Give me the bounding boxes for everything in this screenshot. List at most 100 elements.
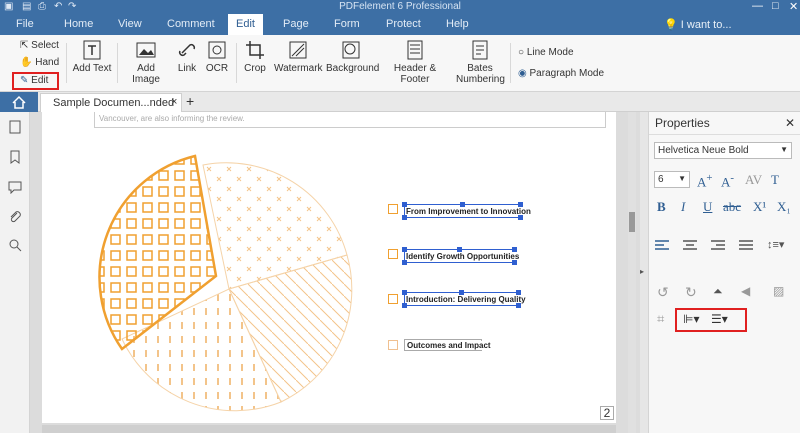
- resize-handle[interactable]: [457, 247, 462, 252]
- resize-handle[interactable]: [460, 202, 465, 207]
- resize-handle[interactable]: [402, 290, 407, 295]
- resize-handle[interactable]: [402, 247, 407, 252]
- font-size-select[interactable]: 6 ▼: [654, 171, 690, 188]
- menu-view[interactable]: View: [118, 18, 142, 30]
- menu-edit[interactable]: Edit: [228, 14, 263, 35]
- resize-handle[interactable]: [516, 290, 521, 295]
- menu-file[interactable]: File: [16, 18, 34, 30]
- add-text-button[interactable]: Add Text: [72, 39, 112, 74]
- ocr-button[interactable]: OCR: [204, 39, 230, 74]
- bates-label-2: Numbering: [456, 74, 505, 85]
- label-identify-growth[interactable]: Identify Growth Opportunities: [406, 252, 520, 261]
- bold-button[interactable]: B: [657, 199, 666, 215]
- resize-handle[interactable]: [402, 215, 407, 220]
- tab-close-icon[interactable]: ×: [171, 96, 177, 108]
- menu-home[interactable]: Home: [64, 18, 93, 30]
- flip-horizontal-icon[interactable]: ◀: [741, 284, 750, 298]
- font-family-select[interactable]: Helvetica Neue Bold ▼: [654, 142, 792, 159]
- font-size-value: 6: [658, 174, 664, 185]
- label-from-improvement[interactable]: From Improvement to Innovation: [406, 207, 531, 216]
- crop-button[interactable]: Crop: [242, 39, 268, 74]
- align-justify-icon[interactable]: [739, 240, 753, 252]
- scroll-thumb[interactable]: [629, 212, 635, 232]
- superscript-button[interactable]: X¹: [753, 199, 766, 215]
- bookmark-icon[interactable]: [8, 150, 22, 164]
- rotate-right-icon[interactable]: ↻: [685, 284, 697, 301]
- watermark-button[interactable]: Watermark: [274, 39, 323, 74]
- strikethrough-button[interactable]: abc: [723, 199, 741, 215]
- menu-bar: File Home View Comment Edit Page Form Pr…: [0, 14, 800, 35]
- search-icon[interactable]: [8, 238, 22, 252]
- radio-unchecked-icon: ○: [518, 47, 525, 58]
- menu-page[interactable]: Page: [283, 18, 309, 30]
- crop-icon: [246, 41, 264, 59]
- replace-image-icon[interactable]: ▨: [773, 284, 784, 298]
- align-objects-center-icon[interactable]: ☰▾: [711, 312, 728, 326]
- label-introduction[interactable]: Introduction: Delivering Quality: [406, 295, 526, 304]
- crop-image-icon[interactable]: ⌗: [657, 311, 664, 327]
- vertical-scrollbar[interactable]: [628, 112, 636, 433]
- resize-handle[interactable]: [518, 202, 523, 207]
- close-icon[interactable]: ✕: [789, 0, 798, 13]
- link-label: Link: [177, 63, 197, 74]
- watermark-label: Watermark: [274, 63, 323, 74]
- italic-button[interactable]: I: [681, 199, 685, 215]
- align-center-icon[interactable]: [683, 240, 697, 252]
- add-image-label: Add Image: [132, 63, 160, 85]
- document-tab-title: Sample Documen...nded: [53, 97, 175, 109]
- text-block[interactable]: Vancouver, are also informing the review…: [94, 112, 606, 128]
- paragraph-mode-radio[interactable]: ◉ Paragraph Mode: [518, 68, 604, 79]
- menu-form[interactable]: Form: [334, 18, 360, 30]
- resize-handle[interactable]: [516, 303, 521, 308]
- line-spacing-icon[interactable]: ↕≡▾: [767, 238, 784, 251]
- decrease-font-icon[interactable]: A-: [721, 172, 734, 190]
- maximize-icon[interactable]: □: [772, 0, 779, 12]
- new-tab-icon[interactable]: +: [186, 93, 194, 109]
- resize-handle[interactable]: [402, 260, 407, 265]
- align-objects-left-icon[interactable]: ⊫▾: [683, 312, 699, 326]
- resize-handle[interactable]: [402, 303, 407, 308]
- properties-close-icon[interactable]: ✕: [785, 116, 795, 130]
- chevron-down-icon: ▼: [780, 145, 788, 154]
- panel-expand-icon[interactable]: ▸: [640, 267, 644, 276]
- horizontal-scrollbar[interactable]: [42, 425, 616, 433]
- resize-handle[interactable]: [512, 247, 517, 252]
- header-footer-button[interactable]: Header & Footer: [382, 39, 448, 85]
- home-tab[interactable]: [0, 92, 38, 112]
- line-mode-radio[interactable]: ○ Line Mode: [518, 47, 574, 58]
- document-tab[interactable]: Sample Documen...nded ×: [40, 93, 182, 112]
- hand-label: Hand: [35, 57, 60, 68]
- align-right-icon[interactable]: [711, 240, 725, 252]
- rotate-left-icon[interactable]: ↺: [657, 284, 669, 301]
- ribbon-divider: [236, 43, 237, 83]
- thumbnails-icon[interactable]: [8, 120, 22, 134]
- comment-icon[interactable]: [8, 180, 22, 194]
- increase-font-icon[interactable]: A+: [697, 172, 713, 190]
- hand-tool[interactable]: ✋ Hand: [20, 57, 59, 68]
- menu-help[interactable]: Help: [446, 18, 469, 30]
- attachment-icon[interactable]: [8, 210, 22, 224]
- text-color-icon[interactable]: T: [771, 172, 779, 188]
- pie-chart-graphic[interactable]: [92, 152, 362, 422]
- align-left-icon[interactable]: [655, 240, 669, 252]
- resize-handle[interactable]: [512, 260, 517, 265]
- page-number: 2: [600, 406, 614, 420]
- select-tool[interactable]: ⇱ Select: [20, 40, 59, 51]
- i-want-to-search[interactable]: 💡 I want to...: [664, 18, 732, 31]
- resize-handle[interactable]: [459, 290, 464, 295]
- resize-handle[interactable]: [402, 202, 407, 207]
- flip-vertical-icon[interactable]: ⏶: [713, 284, 723, 299]
- link-button[interactable]: Link: [174, 39, 200, 74]
- background-button[interactable]: Background: [326, 39, 379, 74]
- subscript-button[interactable]: X₁: [777, 199, 791, 215]
- minimize-icon[interactable]: —: [752, 0, 763, 12]
- ribbon-divider: [117, 43, 118, 83]
- menu-protect[interactable]: Protect: [386, 18, 421, 30]
- label-outcomes[interactable]: Outcomes and Impact: [407, 341, 491, 350]
- underline-button[interactable]: U: [703, 199, 712, 215]
- resize-handle[interactable]: [518, 215, 523, 220]
- bates-numbering-button[interactable]: Bates Numbering: [456, 39, 505, 85]
- menu-comment[interactable]: Comment: [167, 18, 215, 30]
- add-image-button[interactable]: Add Image: [124, 39, 168, 85]
- char-spacing-icon[interactable]: AV: [745, 172, 762, 188]
